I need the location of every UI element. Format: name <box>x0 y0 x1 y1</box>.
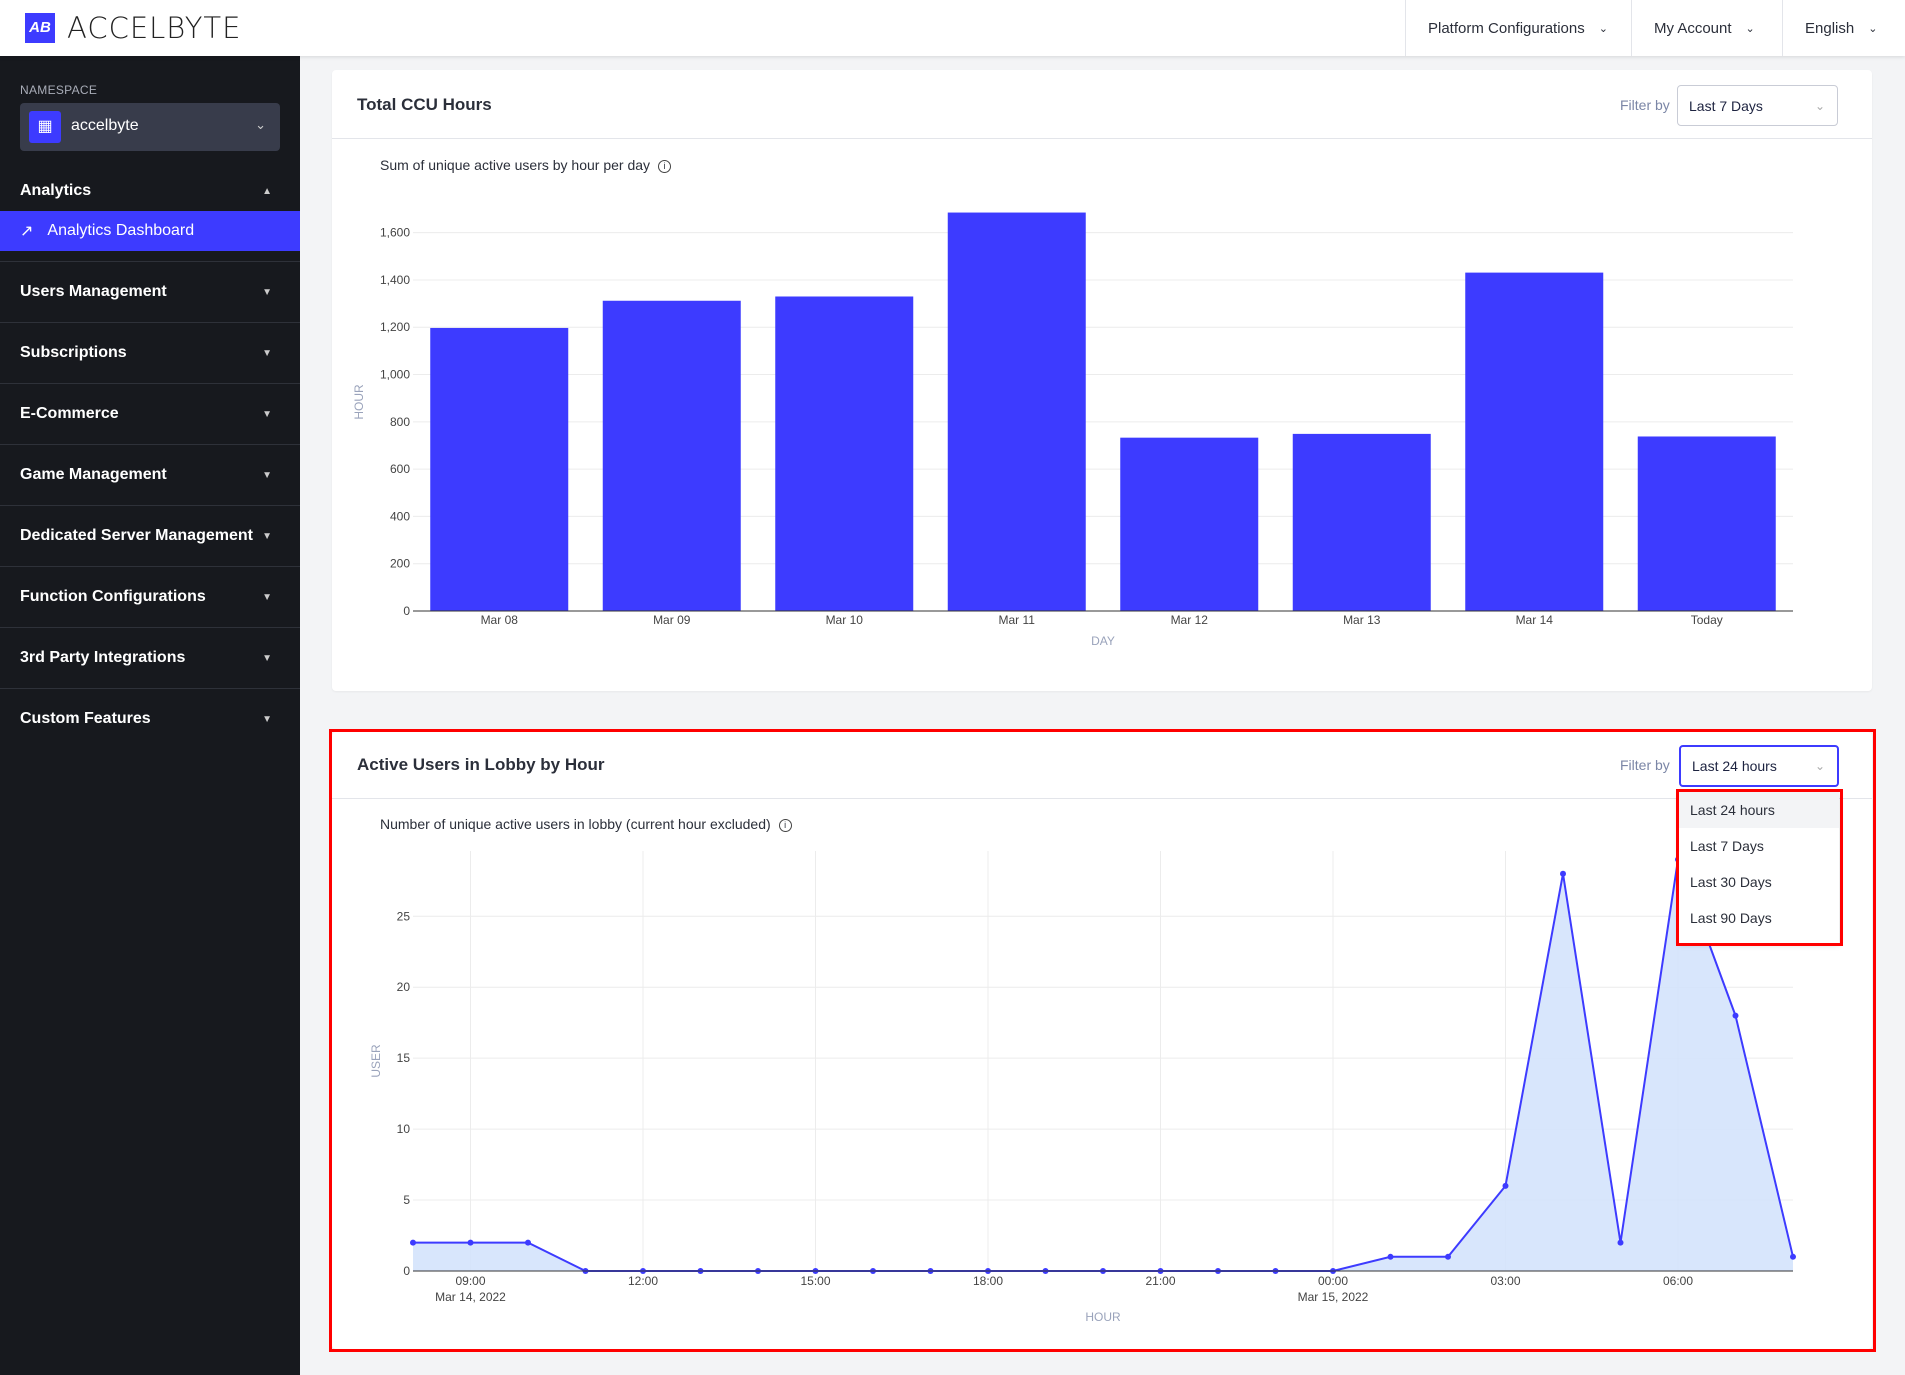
my-account-menu[interactable]: My Account ⌄ <box>1631 0 1782 56</box>
data-point <box>1560 870 1566 877</box>
nav-label: My Account <box>1654 19 1732 37</box>
y-tick-label: 25 <box>397 909 411 923</box>
chevron-down-icon: ⌄ <box>1745 22 1755 35</box>
data-point <box>525 1239 531 1246</box>
x-tick-label: 21:00 <box>1145 1274 1175 1288</box>
x-tick-label: 03:00 <box>1490 1274 1520 1288</box>
y-tick-label: 0 <box>403 1264 410 1278</box>
option-last-24-hours[interactable]: Last 24 hours <box>1679 792 1839 828</box>
x-tick-label: 09:00 <box>455 1274 485 1288</box>
y-tick-label: 20 <box>397 980 411 994</box>
lobby-area-chart: 0 5 10 15 20 25 09:00 Mar 14, 2022 12:00 15:00 18:… <box>369 851 1796 1324</box>
filter-dropdown-menu: Last 24 hours Last 7 Days Last 30 Days L… <box>1679 792 1839 943</box>
x-tick-date: Mar 14, 2022 <box>435 1290 506 1304</box>
accelbyte-logo-icon: AB <box>25 13 55 43</box>
data-point <box>1502 1182 1509 1189</box>
chevron-down-icon: ⌄ <box>1598 22 1608 35</box>
platform-configurations-menu[interactable]: Platform Configurations ⌄ <box>1405 0 1631 56</box>
x-tick-label: 12:00 <box>628 1274 658 1288</box>
x-axis-title: HOUR <box>1085 1310 1121 1324</box>
y-axis-title: USER <box>369 1044 383 1078</box>
option-last-30-days[interactable]: Last 30 Days <box>1679 864 1839 900</box>
data-point <box>1445 1253 1451 1260</box>
x-tick-date: Mar 15, 2022 <box>1298 1290 1369 1304</box>
top-header: AB ACCELBYTE Platform Configurations ⌄ My… <box>0 0 1905 56</box>
option-last-90-days[interactable]: Last 90 Days <box>1679 900 1839 936</box>
x-tick-label: 18:00 <box>973 1274 1003 1288</box>
data-point <box>410 1239 416 1246</box>
logo-text[interactable]: ACCELBYTE <box>67 11 241 45</box>
x-tick-label: 15:00 <box>800 1274 830 1288</box>
data-point <box>1732 1012 1739 1019</box>
x-tick-label: 00:00 <box>1318 1274 1348 1288</box>
x-tick-label: 06:00 <box>1663 1274 1693 1288</box>
area-fill <box>413 859 1793 1271</box>
data-point <box>1387 1253 1394 1260</box>
y-tick-label: 5 <box>403 1193 410 1207</box>
language-menu[interactable]: English ⌄ <box>1782 0 1905 56</box>
option-last-7-days[interactable]: Last 7 Days <box>1679 828 1839 864</box>
y-tick-label: 15 <box>397 1051 411 1065</box>
chevron-down-icon: ⌄ <box>1868 22 1878 35</box>
data-point <box>1790 1253 1796 1260</box>
y-tick-label: 10 <box>397 1122 411 1136</box>
nav-label: Platform Configurations <box>1428 19 1585 37</box>
data-point <box>467 1239 474 1246</box>
data-point <box>1617 1239 1624 1246</box>
nav-label: English <box>1805 19 1855 37</box>
